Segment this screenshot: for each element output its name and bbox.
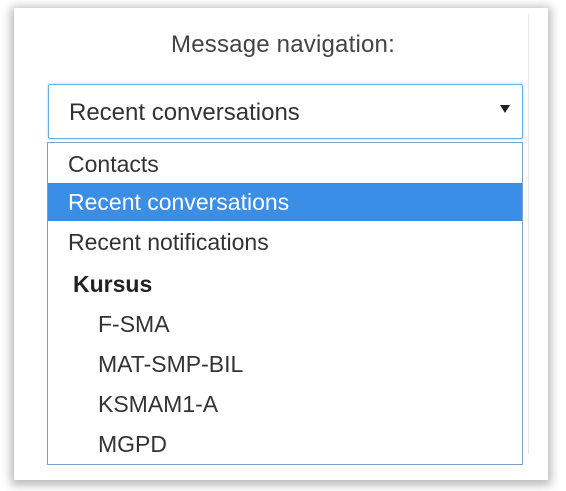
option-course-ksmam1-a[interactable]: KSMAM1-A xyxy=(48,385,522,423)
message-navigation-select[interactable]: Recent conversations xyxy=(48,84,523,139)
option-course-f-sma[interactable]: F-SMA xyxy=(48,305,522,343)
option-contacts[interactable]: Contacts xyxy=(48,145,522,183)
option-recent-notifications[interactable]: Recent notifications xyxy=(48,223,522,261)
message-navigation-label: Message navigation: xyxy=(171,31,395,58)
option-recent-conversations[interactable]: Recent conversations xyxy=(48,183,522,221)
dropdown-list: Contacts Recent conversations Recent not… xyxy=(47,142,523,465)
optgroup-kursus: Kursus xyxy=(73,271,153,297)
panel-divider xyxy=(528,14,529,454)
select-current-value: Recent conversations xyxy=(69,99,300,126)
option-course-mgpd[interactable]: MGPD xyxy=(48,425,522,463)
option-course-mat-smp-bil[interactable]: MAT-SMP-BIL xyxy=(48,345,522,383)
caret-down-icon[interactable] xyxy=(500,105,510,113)
